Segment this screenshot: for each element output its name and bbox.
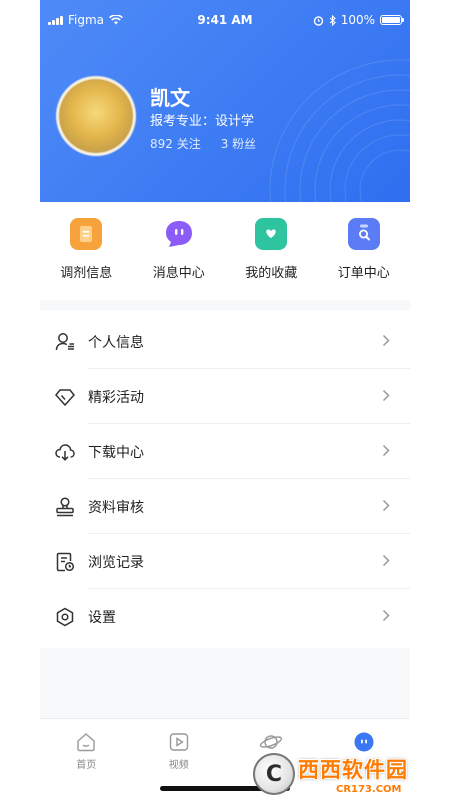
- chevron-right-icon: [382, 387, 390, 406]
- menu-label: 个人信息: [88, 334, 144, 351]
- quick-action-message-center[interactable]: 消息中心: [133, 218, 225, 288]
- menu-item-settings[interactable]: 设置: [40, 589, 410, 644]
- cloud-download-icon: [54, 441, 76, 463]
- avatar[interactable]: [56, 76, 136, 156]
- quick-actions: 调剂信息 消息中心 我的收藏 订单中心: [40, 218, 410, 288]
- chevron-right-icon: [382, 497, 390, 516]
- nav-label: 首页: [76, 760, 97, 771]
- empty-area: [40, 648, 410, 718]
- quick-action-label: 订单中心: [337, 266, 390, 281]
- menu-item-browsing-history[interactable]: 浏览记录: [40, 534, 410, 589]
- menu-item-download-center[interactable]: 下载中心: [40, 424, 410, 479]
- video-play-icon: [169, 733, 188, 751]
- bluetooth-icon: [329, 14, 336, 26]
- profile-screen: Figma 9:41 AM 100% 凯文 报考专业：设计学 892 关注 3 …: [40, 0, 410, 800]
- following-count[interactable]: 892 关注: [150, 135, 201, 152]
- menu-label: 下载中心: [88, 444, 144, 461]
- chevron-right-icon: [382, 552, 390, 571]
- heart-bookmark-icon: [255, 218, 288, 250]
- status-bar: Figma 9:41 AM 100%: [40, 10, 410, 32]
- watermark-logo: C: [253, 753, 295, 795]
- planet-icon: [260, 735, 283, 749]
- user-profile-icon: [54, 331, 76, 353]
- battery-icon: [380, 15, 404, 25]
- user-major: 报考专业：设计学: [150, 114, 255, 129]
- user-stats: 892 关注 3 粉丝: [150, 135, 256, 152]
- menu-label: 浏览记录: [88, 554, 144, 571]
- quick-action-label: 调剂信息: [60, 266, 113, 281]
- profile-header: Figma 9:41 AM 100% 凯文 报考专业：设计学 892 关注 3 …: [40, 0, 410, 202]
- menu-item-material-review[interactable]: 资料审核: [40, 479, 410, 534]
- alarm-icon: [313, 15, 323, 26]
- watermark-text: 西西软件园: [298, 757, 408, 782]
- settings-hexagon-icon: [54, 606, 76, 628]
- chevron-right-icon: [382, 607, 390, 626]
- quick-action-label: 我的收藏: [245, 266, 298, 281]
- quick-action-label: 消息中心: [152, 266, 205, 281]
- nav-tab-home[interactable]: 首页: [40, 719, 133, 800]
- history-document-icon: [54, 551, 76, 573]
- chevron-right-icon: [382, 442, 390, 461]
- stamp-icon: [54, 496, 76, 518]
- home-icon: [77, 733, 95, 752]
- chevron-right-icon: [382, 332, 390, 351]
- watermark: C 西西软件园 CR173.COM: [253, 752, 443, 796]
- menu-item-personal-info[interactable]: 个人信息: [40, 314, 410, 369]
- quick-action-adjustment-info[interactable]: 调剂信息: [40, 218, 132, 288]
- user-name: 凯文: [150, 86, 190, 110]
- watermark-subtext: CR173.COM: [336, 783, 402, 795]
- nav-label: 视频: [168, 760, 189, 771]
- menu-item-activities[interactable]: 精彩活动: [40, 369, 410, 424]
- quick-action-my-favorites[interactable]: 我的收藏: [225, 218, 317, 288]
- decorative-arcs: [269, 59, 410, 202]
- diamond-icon: [54, 386, 76, 408]
- menu-label: 设置: [88, 609, 116, 626]
- message-bubble-icon: [163, 218, 195, 250]
- battery-percent: 100%: [340, 13, 375, 27]
- section-divider: [40, 300, 410, 310]
- menu-label: 资料审核: [88, 499, 144, 516]
- quick-action-order-center[interactable]: 订单中心: [318, 218, 410, 288]
- document-icon: [70, 218, 103, 250]
- menu-label: 精彩活动: [88, 389, 144, 406]
- follower-count[interactable]: 3 粉丝: [221, 135, 256, 152]
- menu-list: 个人信息 精彩活动 下载中心 资料审核 浏览记录 设置: [40, 314, 410, 644]
- profile-face-icon: [354, 732, 374, 752]
- clipboard-search-icon: [347, 218, 380, 250]
